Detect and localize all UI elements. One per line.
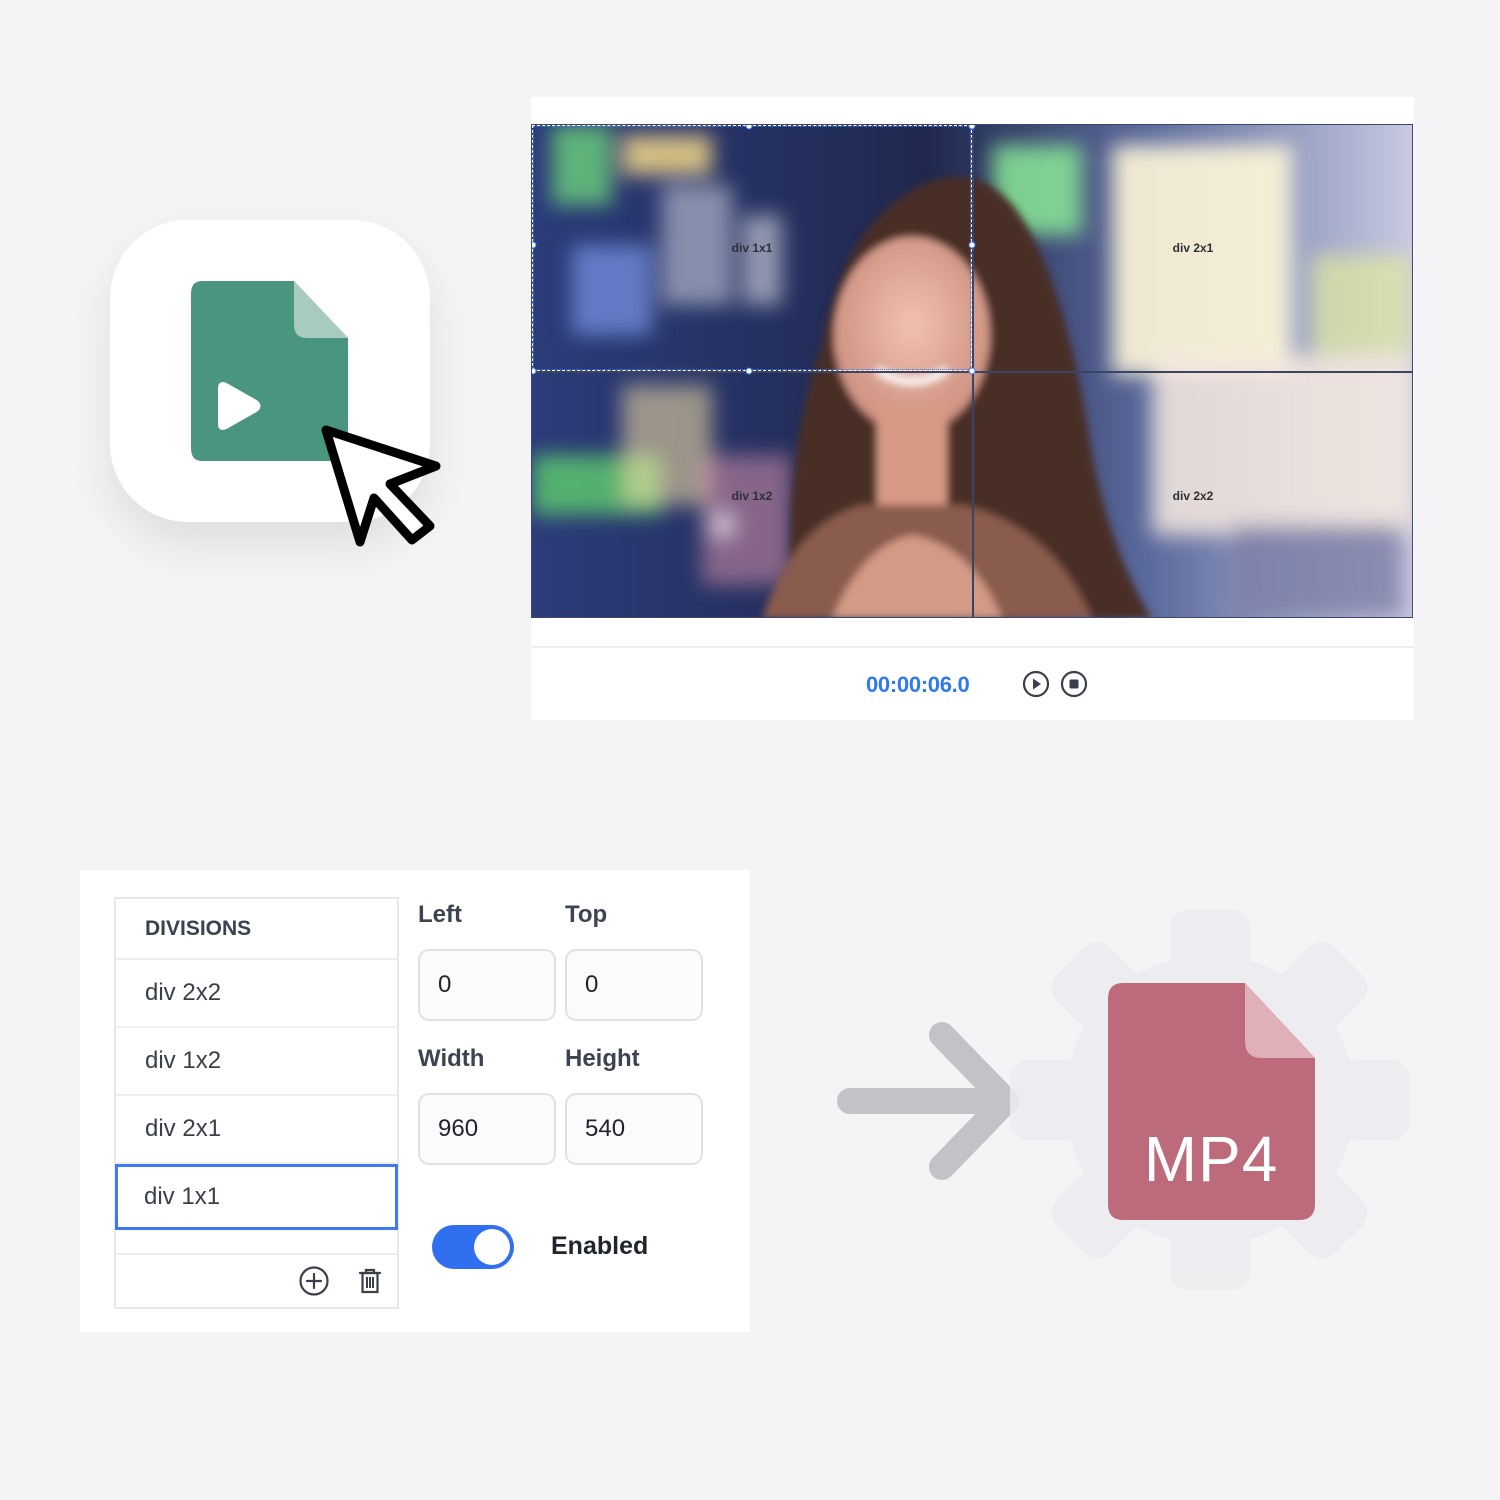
division-item-2x2[interactable]: div 2x2: [116, 960, 397, 1028]
toggle-knob: [474, 1229, 510, 1265]
resize-handle-middle-right[interactable]: [968, 241, 976, 249]
resize-handle-bottom-right[interactable]: [968, 367, 976, 375]
play-button[interactable]: [1022, 670, 1050, 698]
video-preview-window: div 1x1 div 2x1 div 1x2 div 2x2 00:00:06…: [531, 97, 1414, 720]
width-input[interactable]: [418, 1093, 556, 1165]
output-format-label: MP4: [1143, 1123, 1279, 1195]
left-label: Left: [418, 901, 462, 928]
height-input[interactable]: [565, 1093, 703, 1165]
controls-divider: [531, 646, 1414, 648]
divisions-list-footer: [116, 1253, 397, 1307]
width-label: Width: [418, 1045, 485, 1072]
division-item-1x1[interactable]: div 1x1: [115, 1164, 398, 1230]
left-input[interactable]: [418, 949, 556, 1021]
division-item-1x2[interactable]: div 1x2: [116, 1028, 397, 1096]
resize-handle-bottom-middle[interactable]: [745, 367, 753, 375]
divisions-header: DIVISIONS: [116, 899, 397, 960]
enabled-toggle[interactable]: [432, 1225, 514, 1269]
add-division-button[interactable]: [298, 1265, 330, 1297]
top-label: Top: [565, 901, 608, 928]
selected-division-outline[interactable]: [532, 125, 972, 371]
divisions-panel: DIVISIONS div 2x2 div 1x2 div 2x1 div 1x…: [80, 870, 750, 1332]
video-frame[interactable]: div 1x1 div 2x1 div 1x2 div 2x2: [531, 124, 1413, 618]
stop-button[interactable]: [1060, 670, 1088, 698]
arrow-right-icon: [837, 1022, 1019, 1180]
height-label: Height: [565, 1045, 640, 1072]
division-label-2x2[interactable]: div 2x2: [1173, 489, 1214, 503]
mouse-cursor-icon: [321, 425, 441, 547]
division-label-2x1[interactable]: div 2x1: [1173, 241, 1214, 255]
playback-timecode: 00:00:06.0: [866, 672, 970, 697]
delete-division-button[interactable]: [354, 1265, 386, 1297]
enabled-label: Enabled: [551, 1232, 649, 1260]
division-label-1x2[interactable]: div 1x2: [732, 489, 773, 503]
divisions-list: DIVISIONS div 2x2 div 1x2 div 2x1 div 1x…: [114, 897, 399, 1309]
top-input[interactable]: [565, 949, 703, 1021]
division-item-2x1[interactable]: div 2x1: [116, 1096, 397, 1164]
